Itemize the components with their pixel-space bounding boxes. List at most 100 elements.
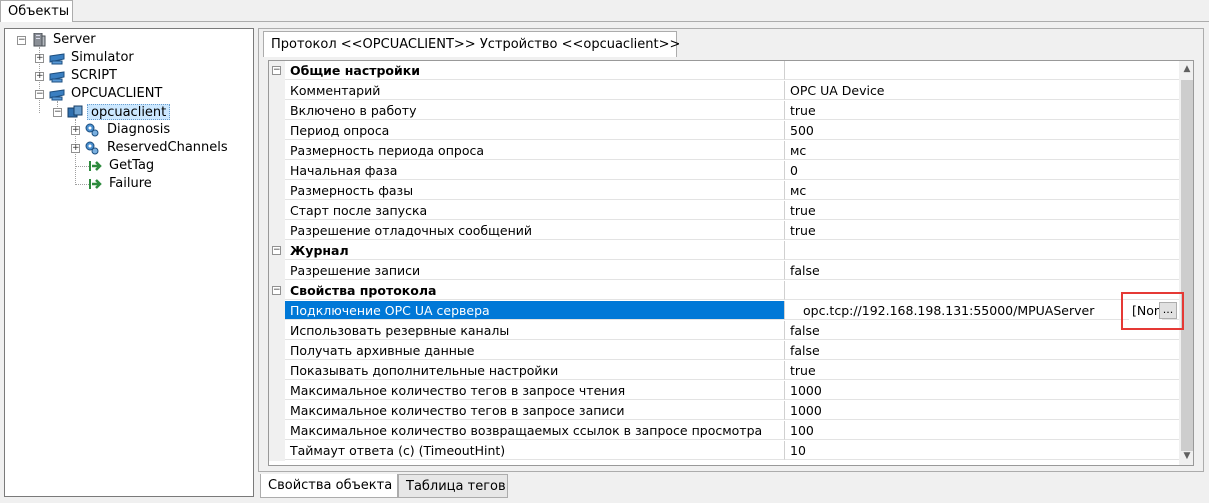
tree-label-failure: Failure [109, 176, 152, 191]
collapse-icon[interactable]: − [272, 66, 281, 75]
tree-label-reserved-channels: ReservedChannels [107, 140, 228, 155]
property-row[interactable]: Размерность фазы мс [269, 181, 1179, 201]
device-icon [67, 105, 83, 118]
row-gutter [269, 181, 285, 201]
property-row[interactable]: Подключение OPC UA сервера opc.tcp://192.… [269, 301, 1179, 321]
property-category-row[interactable]: − Свойства протокола [269, 281, 1179, 301]
property-row[interactable]: Начальная фаза 0 [269, 161, 1179, 181]
tree-label-server: Server [53, 32, 96, 47]
property-value[interactable]: OPC UA Device [785, 81, 1179, 100]
tree-node-opcuaclient[interactable]: − OPCUACLIENT [35, 85, 235, 103]
property-name: Подключение OPC UA сервера [285, 301, 785, 320]
property-value[interactable]: true [785, 101, 1179, 120]
property-row[interactable]: Таймаут ответа (с) (TimeoutHint) 10 [269, 441, 1179, 461]
protocol-icon [49, 53, 65, 65]
property-name: Таймаут ответа (с) (TimeoutHint) [285, 441, 785, 460]
row-gutter [269, 261, 285, 281]
tree-connector [75, 184, 89, 185]
property-value[interactable]: мс [785, 181, 1179, 200]
property-row[interactable]: Максимальное количество тегов в запросе … [269, 381, 1179, 401]
collapse-icon[interactable]: − [17, 36, 26, 45]
property-row[interactable]: Период опроса 500 [269, 121, 1179, 141]
property-value[interactable]: true [785, 361, 1179, 380]
property-value[interactable]: false [785, 321, 1179, 340]
tree-label-script: SCRIPT [71, 68, 117, 83]
property-row[interactable]: Старт после запуска true [269, 201, 1179, 221]
property-row[interactable]: Максимальное количество тегов в запросе … [269, 401, 1179, 421]
tab-objects[interactable]: Объекты [0, 0, 73, 22]
property-row[interactable]: Получать архивные данные false [269, 341, 1179, 361]
expand-icon[interactable]: + [71, 144, 80, 153]
property-row[interactable]: Комментарий OPC UA Device [269, 81, 1179, 101]
property-value[interactable]: 500 [785, 121, 1179, 140]
vertical-scrollbar[interactable]: ▲ ▼ [1179, 61, 1193, 465]
row-gutter [269, 441, 285, 461]
tree-node-failure[interactable]: Failure [89, 175, 239, 193]
property-category-row[interactable]: − Общие настройки [269, 61, 1179, 81]
property-value[interactable]: 100 [785, 421, 1179, 440]
property-grid[interactable]: − Общие настройки Комментарий OPC UA Device… [268, 60, 1194, 466]
expand-icon[interactable]: + [35, 54, 44, 63]
scroll-down-icon[interactable]: ▼ [1179, 448, 1193, 465]
property-value[interactable]: 10 [785, 441, 1179, 460]
property-name: Период опроса [285, 121, 785, 140]
property-category-row[interactable]: − Журнал [269, 241, 1179, 261]
tab-tag-table[interactable]: Таблица тегов [398, 474, 508, 498]
row-gutter [269, 341, 285, 361]
tree-node-gettag[interactable]: GetTag [89, 157, 239, 175]
property-row[interactable]: Показывать дополнительные настройки true [269, 361, 1179, 381]
tree-node-server[interactable]: − Server [17, 31, 217, 49]
tree-label-opcuaclient: OPCUACLIENT [71, 86, 163, 101]
tree-node-reserved-channels[interactable]: + ReservedChannels [71, 139, 251, 157]
channel-arrow-icon [89, 179, 102, 189]
tab-object-properties[interactable]: Свойства объекта [260, 474, 398, 498]
property-value[interactable]: false [785, 341, 1179, 360]
property-row[interactable]: Максимальное количество возвращаемых ссы… [269, 421, 1179, 441]
property-row[interactable]: Размерность периода опроса мс [269, 141, 1179, 161]
property-value [785, 61, 1179, 80]
property-value[interactable]: 1000 [785, 401, 1179, 420]
property-row[interactable]: Включено в работу true [269, 101, 1179, 121]
row-gutter [269, 201, 285, 221]
property-row[interactable]: Использовать резервные каналы false [269, 321, 1179, 341]
tree-node-script[interactable]: + SCRIPT [35, 67, 235, 85]
collapse-icon[interactable]: − [35, 90, 44, 99]
property-name: Размерность фазы [285, 181, 785, 200]
tab-tag-table-label: Таблица тегов [406, 479, 506, 494]
tree-node-simulator[interactable]: + Simulator [35, 49, 235, 67]
row-gutter [269, 161, 285, 181]
property-name: Разрешение отладочных сообщений [285, 221, 785, 240]
tree-node-diagnosis[interactable]: + Diagnosis [71, 121, 241, 139]
object-tree[interactable]: − Server + Simulator + SCRIPT − OPCUACLI… [4, 28, 254, 497]
row-gutter: − [269, 61, 285, 81]
tree-label-gettag: GetTag [109, 158, 155, 173]
property-value[interactable]: мс [785, 141, 1179, 160]
gear-icon [85, 141, 99, 155]
property-value[interactable]: 1000 [785, 381, 1179, 400]
property-name: Журнал [285, 241, 785, 260]
connection-value[interactable]: opc.tcp://192.168.198.131:55000/MPUAServ… [785, 301, 1179, 320]
property-name: Максимальное количество тегов в запросе … [285, 401, 785, 420]
property-value[interactable]: 0 [785, 161, 1179, 180]
collapse-icon[interactable]: − [272, 246, 281, 255]
property-row[interactable]: Разрешение записи false [269, 261, 1179, 281]
row-gutter [269, 381, 285, 401]
tab-protocol-device-label: Протокол <<OPCUACLIENT>> Устройство <<op… [271, 37, 681, 52]
property-row[interactable]: Разрешение отладочных сообщений true [269, 221, 1179, 241]
collapse-icon[interactable]: − [53, 108, 62, 117]
property-value[interactable]: true [785, 221, 1179, 240]
property-value[interactable]: true [785, 201, 1179, 220]
row-gutter [269, 401, 285, 421]
tab-protocol-device[interactable]: Протокол <<OPCUACLIENT>> Устройство <<op… [263, 31, 681, 57]
row-gutter: − [269, 281, 285, 301]
collapse-icon[interactable]: − [272, 286, 281, 295]
tree-label-diagnosis: Diagnosis [107, 122, 171, 137]
tree-node-device[interactable]: − opcuaclient [53, 103, 233, 121]
scroll-up-icon[interactable]: ▲ [1179, 61, 1193, 78]
expand-icon[interactable]: + [71, 126, 80, 135]
scroll-thumb[interactable] [1181, 80, 1193, 451]
property-value [785, 241, 1179, 260]
expand-icon[interactable]: + [35, 72, 44, 81]
property-value[interactable]: false [785, 261, 1179, 280]
property-value [785, 281, 1179, 300]
